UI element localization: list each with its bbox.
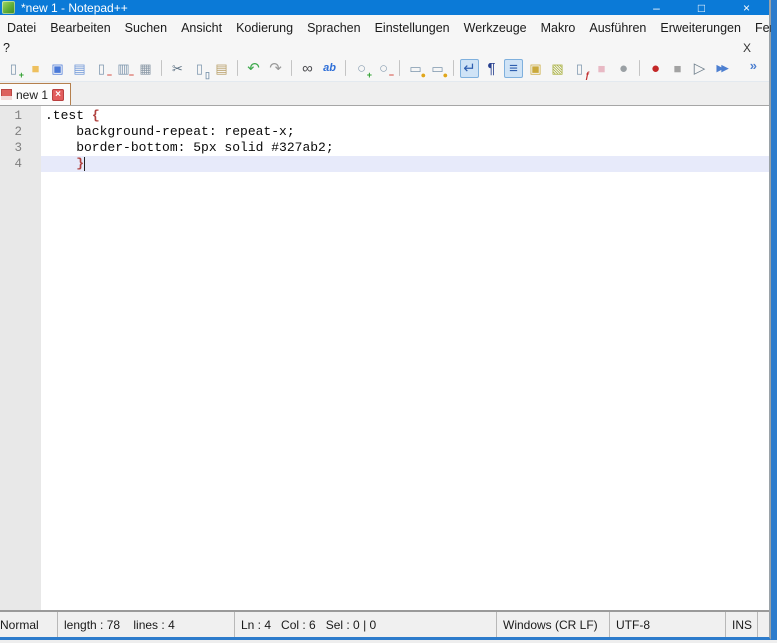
menu-item-ansicht[interactable]: Ansicht — [174, 18, 229, 38]
code-line[interactable]: 1 .test { — [41, 108, 769, 124]
menu-bar: Datei Bearbeiten Suchen Ansicht Kodierun… — [0, 15, 769, 40]
code-text[interactable]: } — [41, 156, 769, 172]
minimize-button[interactable]: – — [634, 0, 679, 15]
status-bar: Normal length : 78 lines : 4 Ln : 4 Col … — [0, 610, 769, 637]
close-all-icon[interactable]: ▥ − — [114, 59, 133, 78]
indent-guide-icon[interactable]: ≡ — [504, 59, 523, 78]
replace-icon[interactable]: ab — [320, 59, 339, 78]
status-insert-mode[interactable]: INS — [726, 612, 758, 637]
redo-icon[interactable]: ↷ — [266, 59, 285, 78]
menu-item-einstellungen[interactable]: Einstellungen — [368, 18, 457, 38]
toolbar-separator — [161, 60, 162, 76]
line-number[interactable]: 2 — [0, 124, 41, 140]
notepadpp-window: *new 1 - Notepad++ – □ × Datei Bearbeite… — [0, 0, 771, 640]
paste-icon[interactable]: ▤ — [212, 59, 231, 78]
maximize-button[interactable]: □ — [679, 0, 724, 15]
close-file-icon[interactable]: ▯ − — [92, 59, 111, 78]
sync-vertical-icon[interactable]: ▭ ● — [406, 59, 425, 78]
line-number-gutter[interactable] — [0, 106, 41, 610]
zoom-in-icon[interactable]: ○ + — [352, 59, 371, 78]
tab-close-icon[interactable]: × — [52, 89, 64, 101]
toolbar-separator — [237, 60, 238, 76]
macro-play-icon[interactable]: ▷ — [690, 59, 709, 78]
background-window-edge — [771, 0, 777, 640]
new-file-icon[interactable]: ▯ + — [4, 59, 23, 78]
code-text[interactable]: border-bottom: 5px solid #327ab2; — [41, 140, 769, 156]
editor-pane: 1 .test { 2 background-repeat: repeat-x;… — [0, 106, 769, 610]
title-bar[interactable]: *new 1 - Notepad++ – □ × — [0, 0, 769, 15]
tab-label: new 1 — [16, 88, 48, 102]
cut-icon[interactable]: ✂ — [168, 59, 187, 78]
window-controls: – □ × — [634, 0, 769, 15]
code-text[interactable]: background-repeat: repeat-x; — [41, 124, 769, 140]
macro-run-multiple-icon[interactable]: ▶▶ — [712, 59, 731, 78]
window-title: *new 1 - Notepad++ — [21, 1, 128, 15]
close-button[interactable]: × — [724, 0, 769, 15]
menu-item-werkzeuge[interactable]: Werkzeuge — [457, 18, 534, 38]
toolbar-separator — [291, 60, 292, 76]
screen: *new 1 - Notepad++ – □ × Datei Bearbeite… — [0, 0, 777, 643]
macro-stop-icon[interactable]: ■ — [668, 59, 687, 78]
status-length-lines: length : 78 lines : 4 — [58, 612, 235, 637]
open-file-icon[interactable]: ■ — [26, 59, 45, 78]
status-cursor-position: Ln : 4 Col : 6 Sel : 0 | 0 — [235, 612, 497, 637]
sync-horizontal-icon[interactable]: ▭ ● — [428, 59, 447, 78]
menu-item-sprachen[interactable]: Sprachen — [300, 18, 368, 38]
function-list-icon[interactable]: ▯ ƒ — [570, 59, 589, 78]
code-line[interactable]: 2 background-repeat: repeat-x; — [41, 124, 769, 140]
folder-as-workspace-icon[interactable]: ■ — [592, 59, 611, 78]
menu-item-erweiterungen[interactable]: Erweiterungen — [653, 18, 748, 38]
unsaved-file-icon — [1, 89, 12, 100]
status-doc-type: Normal — [0, 612, 58, 637]
show-all-characters-icon[interactable]: ¶ — [482, 59, 501, 78]
line-number[interactable]: 3 — [0, 140, 41, 156]
code-text[interactable]: .test { — [41, 108, 769, 124]
menu-item-bearbeiten[interactable]: Bearbeiten — [43, 18, 117, 38]
line-number[interactable]: 4 — [0, 156, 41, 172]
copy-icon[interactable]: ▯ ▯ — [190, 59, 209, 78]
monitoring-icon[interactable]: ● — [614, 59, 633, 78]
menu-item-suchen[interactable]: Suchen — [118, 18, 174, 38]
save-all-icon[interactable]: ▤ — [70, 59, 89, 78]
menu-item-kodierung[interactable]: Kodierung — [229, 18, 300, 38]
menu-item-ausfuehren[interactable]: Ausführen — [582, 18, 653, 38]
toolbar-separator — [345, 60, 346, 76]
menu-item-datei[interactable]: Datei — [0, 18, 43, 38]
toolbar-overflow-chevron-icon[interactable]: » — [750, 58, 757, 73]
tab-bar: new 1 × — [0, 82, 769, 106]
status-encoding[interactable]: UTF-8 — [610, 612, 726, 637]
toolbar-separator — [453, 60, 454, 76]
menu-item-help[interactable]: ? — [0, 41, 15, 55]
menu-bar-row2: ? X — [0, 40, 769, 55]
undo-icon[interactable]: ↶ — [244, 59, 263, 78]
find-icon[interactable]: ∞ — [298, 59, 317, 78]
toolbar-separator — [399, 60, 400, 76]
macro-record-icon[interactable]: ● — [646, 59, 665, 78]
notepadpp-app-icon — [2, 1, 15, 14]
menu-close-x[interactable]: X — [739, 41, 755, 55]
document-map-icon[interactable]: ▧ — [548, 59, 567, 78]
text-caret — [84, 157, 85, 171]
toolbar: ▯ + ■ ▣ ▤ — [0, 55, 769, 82]
text-editor[interactable]: 1 .test { 2 background-repeat: repeat-x;… — [41, 106, 769, 610]
line-number[interactable]: 1 — [0, 108, 41, 124]
code-line[interactable]: 3 border-bottom: 5px solid #327ab2; — [41, 140, 769, 156]
menu-item-makro[interactable]: Makro — [534, 18, 583, 38]
code-line[interactable]: 4 } — [41, 156, 769, 172]
toolbar-separator — [639, 60, 640, 76]
save-icon[interactable]: ▣ — [48, 59, 67, 78]
print-icon[interactable]: ▦ — [136, 59, 155, 78]
word-wrap-icon[interactable]: ↵ — [460, 59, 479, 78]
status-eol-format[interactable]: Windows (CR LF) — [497, 612, 610, 637]
define-language-icon[interactable]: ▣ — [526, 59, 545, 78]
zoom-out-icon[interactable]: ○ − — [374, 59, 393, 78]
tab-new-1[interactable]: new 1 × — [0, 83, 71, 105]
